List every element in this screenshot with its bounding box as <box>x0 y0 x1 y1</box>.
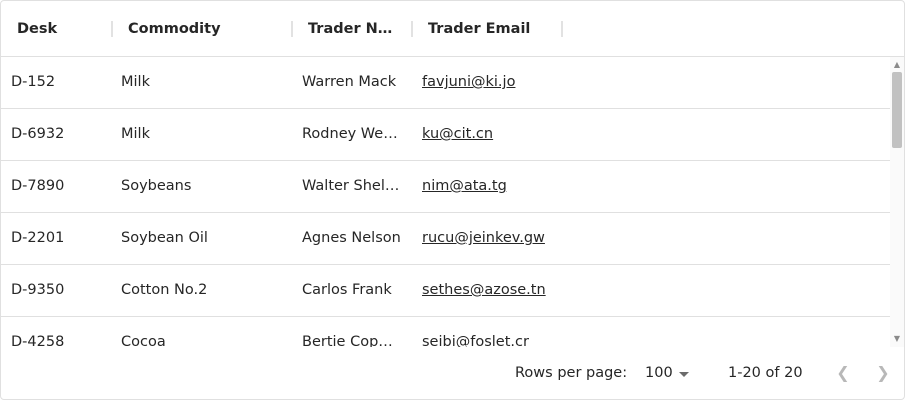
cell-desk: D-152 <box>11 74 56 90</box>
table-row[interactable]: D-152 Milk Warren Mack favjuni@ki.jo <box>1 57 890 109</box>
cell-trader-email: favjuni@ki.jo <box>422 57 562 108</box>
column-header-commodity[interactable]: Commodity <box>128 1 288 56</box>
column-separator[interactable] <box>411 21 413 37</box>
email-link[interactable]: ku@cit.cn <box>422 126 493 142</box>
grid-body: D-152 Milk Warren Mack favjuni@ki.jo D-6… <box>1 57 890 347</box>
column-separator[interactable] <box>561 21 563 37</box>
cell-trader-name: Warren Mack <box>302 74 397 90</box>
cell-commodity: Cocoa <box>121 334 166 347</box>
scroll-down-icon[interactable]: ▼ <box>893 335 901 343</box>
cell-trader-name: Rodney Webster <box>302 126 401 142</box>
caret-down-icon[interactable] <box>679 372 689 377</box>
cell-trader-name: Walter Shelton <box>302 178 401 194</box>
table-row[interactable]: D-6932 Milk Rodney Webster ku@cit.cn <box>1 109 890 161</box>
cell-desk: D-9350 <box>11 282 65 298</box>
column-separator[interactable] <box>291 21 293 37</box>
vertical-scrollbar[interactable]: ▲ ▼ <box>890 57 904 347</box>
pagination-range: 1-20 of 20 <box>728 365 803 381</box>
chevron-right-icon[interactable]: ❯ <box>874 364 892 382</box>
scroll-up-icon[interactable]: ▲ <box>893 61 901 69</box>
cell-trader-email: ku@cit.cn <box>422 109 562 160</box>
email-link[interactable]: favjuni@ki.jo <box>422 74 515 90</box>
column-header-row: Desk Commodity Trader Name Trader Email <box>1 1 904 57</box>
chevron-left-icon[interactable]: ❮ <box>834 364 852 382</box>
cell-commodity: Milk <box>121 74 150 90</box>
cell-desk: D-6932 <box>11 126 65 142</box>
cell-desk: D-2201 <box>11 230 65 246</box>
column-header-desk[interactable]: Desk <box>17 1 107 56</box>
cell-desk: D-4258 <box>11 334 65 347</box>
cell-commodity: Milk <box>121 126 150 142</box>
cell-commodity: Soybean Oil <box>121 230 208 246</box>
email-link[interactable]: seibi@foslet.cr <box>422 334 529 347</box>
cell-trader-email: rucu@jeinkev.gw <box>422 213 562 264</box>
data-grid: Desk Commodity Trader Name Trader Email … <box>0 0 905 400</box>
rows-per-page-select[interactable]: 100 <box>645 347 673 399</box>
table-row[interactable]: D-2201 Soybean Oil Agnes Nelson rucu@jei… <box>1 213 890 265</box>
cell-trader-email: nim@ata.tg <box>422 161 562 212</box>
pagination-footer: Rows per page: 100 1-20 of 20 ❮ ❯ <box>1 347 904 399</box>
cell-trader-email: seibi@foslet.cr <box>422 317 562 347</box>
cell-trader-name: Bertie Copeland <box>302 334 401 347</box>
cell-trader-name: Agnes Nelson <box>302 230 401 246</box>
cell-trader-email: sethes@azose.tn <box>422 265 562 316</box>
cell-commodity: Soybeans <box>121 178 192 194</box>
cell-commodity: Cotton No.2 <box>121 282 208 298</box>
cell-trader-name: Carlos Frank <box>302 282 392 298</box>
rows-per-page-label: Rows per page: <box>515 365 628 381</box>
scrollbar-thumb[interactable] <box>892 72 902 148</box>
table-row[interactable]: D-4258 Cocoa Bertie Copeland seibi@fosle… <box>1 317 890 347</box>
table-row[interactable]: D-9350 Cotton No.2 Carlos Frank sethes@a… <box>1 265 890 317</box>
table-row[interactable]: D-7890 Soybeans Walter Shelton nim@ata.t… <box>1 161 890 213</box>
email-link[interactable]: rucu@jeinkev.gw <box>422 230 545 246</box>
email-link[interactable]: sethes@azose.tn <box>422 282 546 298</box>
email-link[interactable]: nim@ata.tg <box>422 178 507 194</box>
column-header-trader-email[interactable]: Trader Email <box>428 1 558 56</box>
column-separator[interactable] <box>111 21 113 37</box>
cell-desk: D-7890 <box>11 178 65 194</box>
column-header-trader-name[interactable]: Trader Name <box>308 1 396 56</box>
